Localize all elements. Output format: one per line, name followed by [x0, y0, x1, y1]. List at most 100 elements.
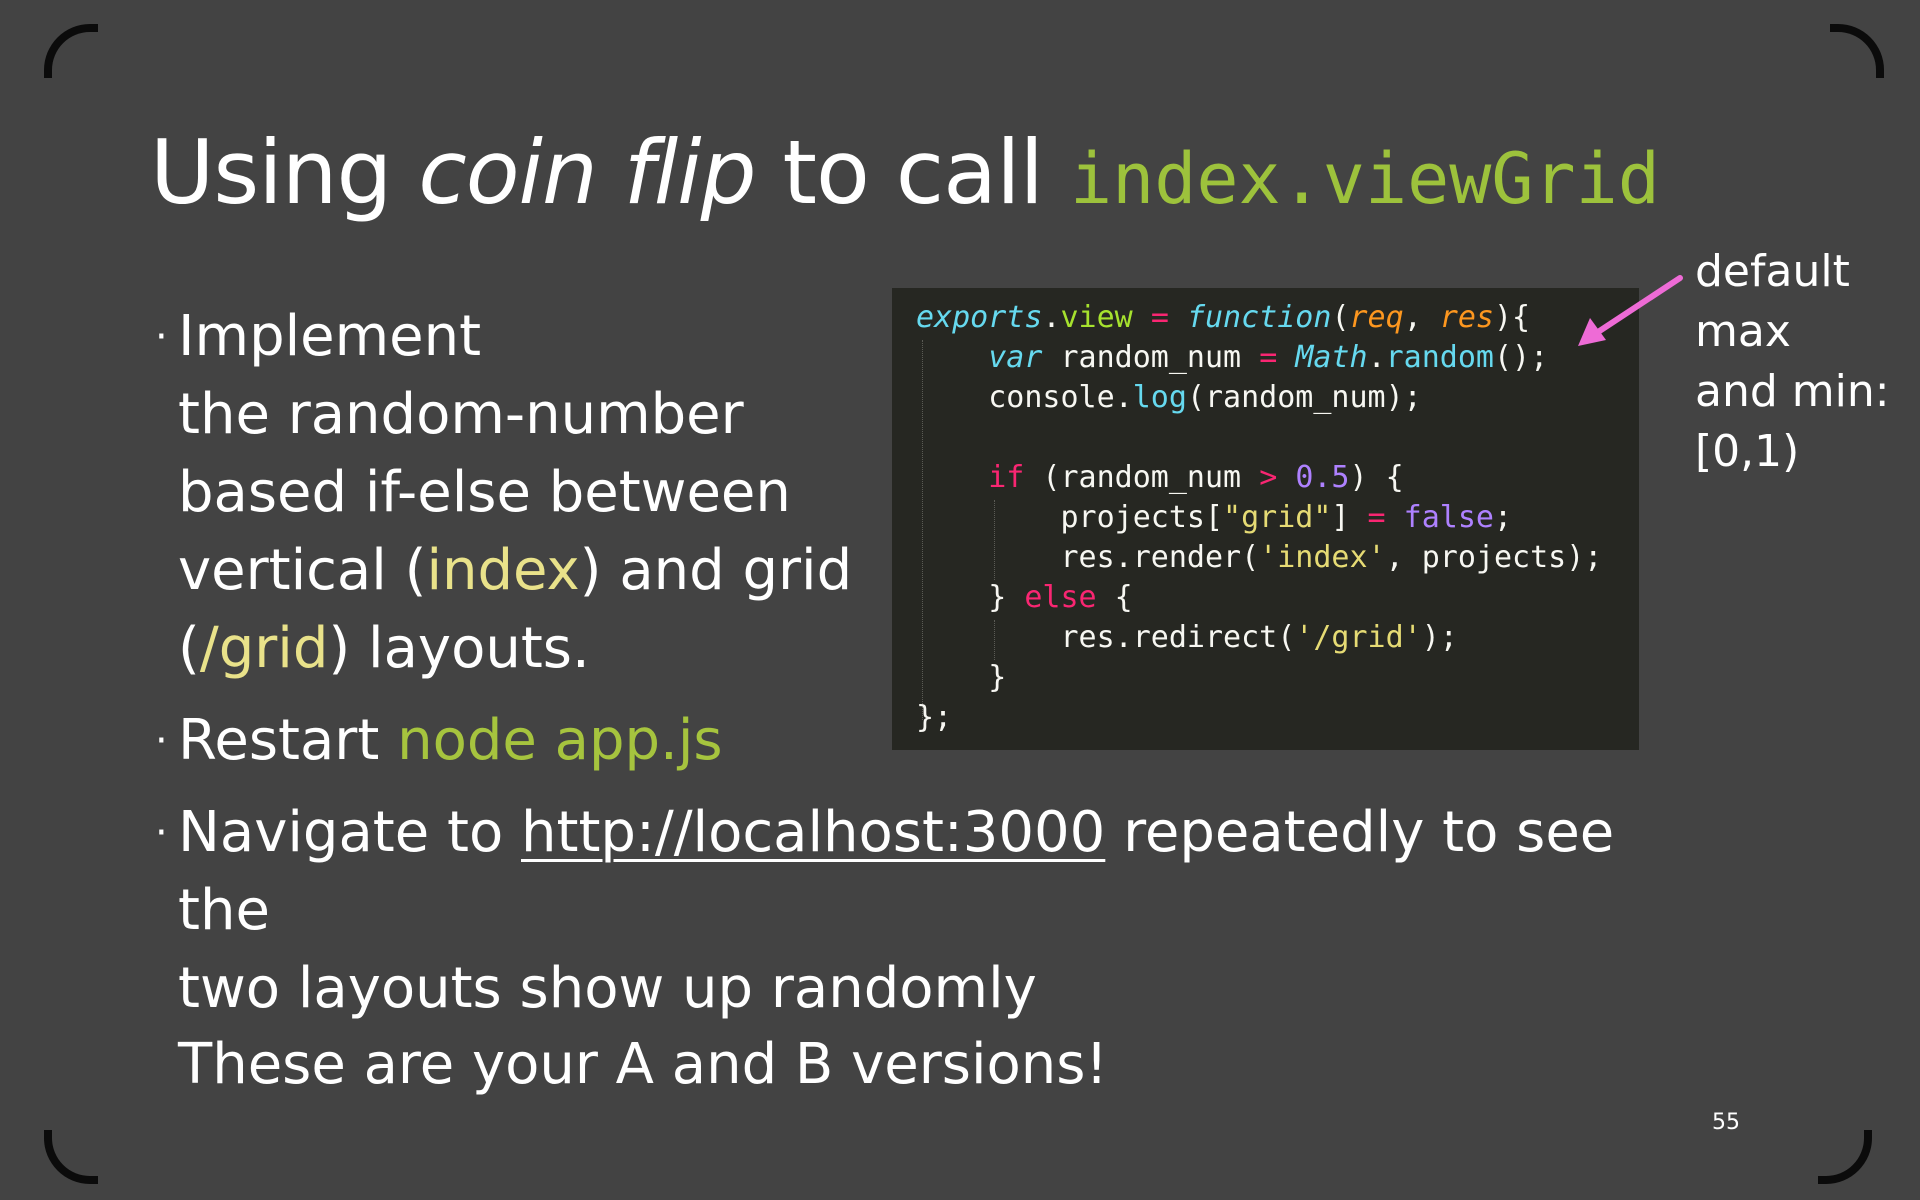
code-line: } [916, 658, 1602, 698]
code-token: ); [1421, 620, 1458, 655]
code-token: res [1439, 300, 1494, 335]
code-token: 'index' [1259, 540, 1386, 575]
highlight-node-command: node app.js [397, 708, 723, 773]
code-token: log [1132, 380, 1187, 415]
title-code: index.viewGrid [1069, 138, 1660, 220]
localhost-link[interactable]: http://localhost:3000 [521, 800, 1105, 865]
code-line: if (random_num > 0.5) { [916, 458, 1602, 498]
code-token: }; [916, 700, 953, 735]
code-line: exports.view = function(req, res){ [916, 298, 1602, 338]
bullet1-line4-pre: vertical ( [178, 538, 427, 603]
code-token: projects[ [916, 500, 1224, 535]
code-token: view [1060, 300, 1133, 335]
code-token: else [1024, 580, 1097, 615]
bullet-text: Navigate to http://localhost:3000 repeat… [155, 794, 1715, 1028]
code-token: , [1403, 300, 1440, 335]
code-token: { [1096, 580, 1133, 615]
code-block: exports.view = function(req, res){ var r… [916, 298, 1602, 738]
code-token: Math [1295, 340, 1368, 375]
bullet-restart: · Restart node app.js [155, 702, 875, 780]
code-token: false [1403, 500, 1494, 535]
corner-bracket-top-right [1830, 24, 1884, 78]
code-token: req [1349, 300, 1404, 335]
side-note: default max and min: [0,1) [1695, 242, 1910, 482]
code-token: = [1259, 340, 1278, 375]
title-italic: coin flip [418, 121, 756, 224]
code-token: exports [916, 300, 1043, 335]
bullet-text: Restart node app.js [155, 702, 875, 780]
bullet1-line1: Implement [178, 304, 482, 369]
code-token: console [916, 380, 1115, 415]
code-token: ) { [1349, 460, 1404, 495]
note-line4: [0,1) [1695, 426, 1800, 477]
code-token: ] [1331, 500, 1368, 535]
code-token: ; [1493, 500, 1513, 535]
bullet1-line4-post: ) and grid [579, 538, 853, 603]
code-snippet-panel: exports.view = function(req, res){ var r… [892, 288, 1639, 750]
code-token: (random_num); [1186, 380, 1422, 415]
bullet-dot: · [155, 314, 168, 360]
bullet1-line5-pre: ( [178, 616, 200, 681]
bullet-dot: · [155, 810, 168, 856]
code-token: random_num [1042, 340, 1260, 375]
code-token: , projects); [1385, 540, 1603, 575]
code-line: projects["grid"] = false; [916, 498, 1602, 538]
code-token: res.render( [916, 540, 1260, 575]
page-number: 55 [1712, 1110, 1740, 1135]
code-line: }; [916, 698, 1602, 738]
highlight-index: index [426, 538, 580, 603]
code-token: res.redirect( [916, 620, 1296, 655]
code-token: (); [1494, 340, 1549, 375]
note-line3: and min: [1695, 366, 1890, 417]
code-line: console.log(random_num); [916, 378, 1602, 418]
bullet1-line2: the random-number [178, 382, 744, 447]
corner-bracket-top-left [44, 24, 98, 78]
bullet3-line2: two layouts show up randomly [178, 956, 1037, 1021]
bullet3-pre: Navigate to [178, 800, 521, 865]
code-token: . [1114, 380, 1133, 415]
code-line: } else { [916, 578, 1602, 618]
bullet2-pre: Restart [178, 708, 398, 773]
bullet-implement: · Implement the random-number based if-e… [155, 298, 855, 688]
bullet1-line5-post: ) layouts. [328, 616, 590, 681]
code-token: '/grid' [1295, 620, 1422, 655]
code-token: if [988, 460, 1025, 495]
note-line1: default [1695, 246, 1850, 297]
code-token: } [916, 660, 1007, 695]
code-token: (random_num [1024, 460, 1260, 495]
code-token: ){ [1494, 300, 1531, 335]
highlight-grid: /grid [199, 616, 329, 681]
code-token: var [988, 340, 1043, 375]
code-line: res.redirect('/grid'); [916, 618, 1602, 658]
corner-bracket-bottom-left [44, 1130, 98, 1184]
corner-bracket-bottom-right [1818, 1130, 1872, 1184]
code-line: var random_num = Math.random(); [916, 338, 1602, 378]
code-token: > [1259, 460, 1278, 495]
code-token: ( [1331, 300, 1350, 335]
title-text-middle: to call [755, 121, 1070, 224]
code-token: 0.5 [1295, 460, 1350, 495]
code-token: = [1150, 300, 1169, 335]
code-token: . [1042, 300, 1061, 335]
code-token: } [916, 580, 1025, 615]
title-text-start: Using [150, 121, 419, 224]
code-token: "grid" [1223, 500, 1332, 535]
bullet-text: Implement the random-number based if-els… [155, 298, 855, 688]
code-line: res.render('index', projects); [916, 538, 1602, 578]
bullet-navigate: · Navigate to http://localhost:3000 repe… [155, 794, 1715, 1028]
code-token: = [1367, 500, 1386, 535]
code-token: random [1385, 340, 1494, 375]
slide-title: Using coin flip to call index.viewGrid [150, 118, 1660, 234]
code-token: function [1186, 300, 1332, 335]
bullet1-line3: based if-else between [178, 460, 791, 525]
note-line2: max [1695, 306, 1791, 357]
bullet-dot: · [155, 718, 168, 764]
